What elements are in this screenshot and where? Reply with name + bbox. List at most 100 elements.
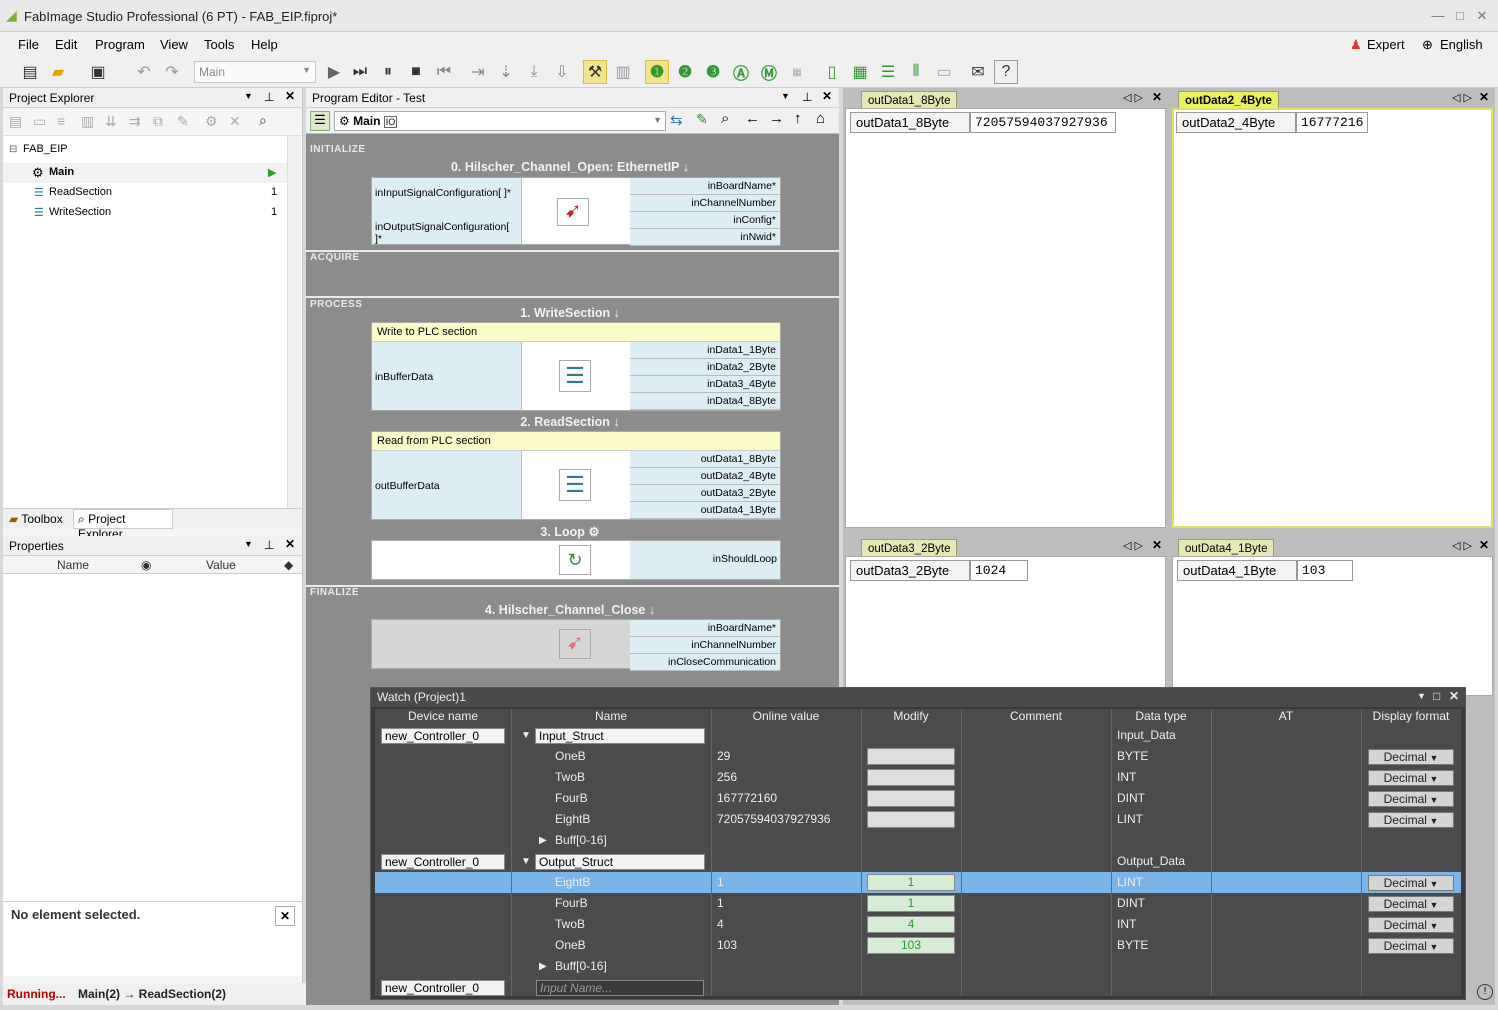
step-down-icon[interactable]: ⇩ bbox=[550, 60, 574, 84]
view-single-icon[interactable]: ▯ bbox=[820, 60, 844, 84]
collapse-arrow-icon[interactable]: ▼ bbox=[521, 851, 533, 872]
search-icon[interactable]: ⌕ bbox=[721, 110, 729, 127]
properties-col-value[interactable]: Value bbox=[206, 558, 236, 572]
watch-row[interactable]: EightB 1 1 LINT Decimal ▼ bbox=[375, 872, 1461, 893]
help-icon[interactable]: ? bbox=[994, 60, 1018, 84]
nav-arrows-icon[interactable]: ◁ ▷ bbox=[1123, 539, 1143, 552]
hmi-icon[interactable]: ▭ bbox=[932, 60, 956, 84]
output-port[interactable]: inData3_4Byte bbox=[630, 376, 780, 393]
minimize-icon[interactable]: — bbox=[1430, 8, 1446, 24]
nav-arrows-icon[interactable]: ◁ ▷ bbox=[1452, 539, 1472, 552]
output-port[interactable]: inChannelNumber bbox=[630, 637, 780, 654]
input-port[interactable]: inBufferData bbox=[375, 371, 518, 383]
close-dock-icon[interactable]: ✕ bbox=[1152, 90, 1162, 104]
block-3[interactable]: ↻ inShouldLoop bbox=[371, 540, 781, 580]
input-port[interactable]: inInputSignalConfiguration[ ]* bbox=[375, 187, 518, 199]
block-2-title[interactable]: 2. ReadSection ↓ bbox=[370, 415, 770, 429]
col-data-type[interactable]: Data type bbox=[1111, 709, 1211, 723]
modify-field[interactable] bbox=[867, 811, 955, 828]
close-dock-icon[interactable]: ✕ bbox=[1479, 90, 1489, 104]
display-format-select[interactable]: Decimal ▼ bbox=[1368, 896, 1454, 912]
col-at[interactable]: AT bbox=[1211, 709, 1361, 723]
modify-field[interactable] bbox=[867, 790, 955, 807]
collapse-icon[interactable]: ⊟ bbox=[9, 144, 17, 155]
output-port[interactable]: inData2_2Byte bbox=[630, 359, 780, 376]
watch-row[interactable]: new_Controller_0 ▼ Output_Struct Output_Dat… bbox=[375, 851, 1461, 872]
home-icon[interactable]: ⌂ bbox=[816, 110, 825, 127]
col-name[interactable]: Name bbox=[511, 709, 711, 723]
block-0-title[interactable]: 0. Hilscher_Channel_Open: EthernetIP ↓ bbox=[370, 160, 770, 174]
output-port[interactable]: inBoardName* bbox=[630, 178, 780, 195]
tree-item-main[interactable]: ⚙ Main ▶ bbox=[3, 163, 287, 183]
watch-row[interactable]: TwoB 4 4 INT Decimal ▼ bbox=[375, 914, 1461, 935]
tree-item-readsection[interactable]: ☰ ReadSection 1 bbox=[3, 183, 287, 203]
output-port[interactable]: outData2_4Byte bbox=[630, 468, 780, 485]
output-port[interactable]: inCloseCommunication bbox=[630, 654, 780, 671]
display-format-select[interactable]: Decimal ▼ bbox=[1368, 791, 1454, 807]
menu-tools[interactable]: Tools bbox=[204, 37, 234, 52]
export-icon[interactable]: ⇉ bbox=[129, 113, 141, 130]
block-1[interactable]: Write to PLC section inBufferData ☰ inDa… bbox=[371, 322, 781, 411]
struct-name-field[interactable]: Output_Struct bbox=[535, 854, 705, 870]
program-select[interactable]: Main ▼ bbox=[194, 61, 316, 83]
menu-view[interactable]: View bbox=[160, 37, 188, 52]
col-device-name[interactable]: Device name bbox=[375, 709, 511, 723]
step-back-icon[interactable]: ⏮ bbox=[432, 60, 456, 84]
watch-row[interactable]: OneB 103 103 BYTE Decimal ▼ bbox=[375, 935, 1461, 956]
import-icon[interactable]: ⇊ bbox=[105, 113, 117, 130]
language-select[interactable]: English bbox=[1440, 37, 1483, 52]
modify-field[interactable] bbox=[867, 769, 955, 786]
preview-view[interactable]: outData2_4Byte 16777216 bbox=[1172, 108, 1493, 528]
filter-icon[interactable]: ◆ bbox=[284, 558, 293, 572]
info-icon[interactable]: ! bbox=[1477, 984, 1493, 1000]
col-comment[interactable]: Comment bbox=[961, 709, 1111, 723]
pause-icon[interactable]: ⏸ bbox=[376, 60, 400, 84]
panel-menu-icon[interactable]: ▼ bbox=[244, 539, 253, 549]
pin-icon[interactable]: ⊥ bbox=[264, 538, 274, 552]
panel-menu-icon[interactable]: ▼ bbox=[244, 91, 253, 101]
output-port[interactable]: outData4_1Byte bbox=[630, 502, 780, 519]
output-port[interactable]: inShouldLoop bbox=[630, 541, 780, 579]
run-icon[interactable]: ▶ bbox=[322, 60, 346, 84]
col-modify[interactable]: Modify bbox=[861, 709, 961, 723]
close-info-icon[interactable]: ✕ bbox=[275, 906, 295, 926]
watch-row[interactable]: ▶ Buff[0-16] bbox=[375, 830, 1461, 851]
close-panel-icon[interactable]: ✕ bbox=[285, 89, 295, 103]
layout-1-icon[interactable]: ❶ bbox=[645, 60, 669, 84]
swap-icon[interactable]: ⇆ bbox=[670, 111, 683, 129]
maximize-icon[interactable]: □ bbox=[1433, 689, 1440, 703]
output-port[interactable]: inData4_8Byte bbox=[630, 393, 780, 410]
display-format-select[interactable]: Decimal ▼ bbox=[1368, 875, 1454, 891]
modify-field[interactable]: 1 bbox=[867, 874, 955, 891]
folder-icon[interactable]: ▭ bbox=[33, 113, 46, 130]
edit-icon[interactable]: ✎ bbox=[177, 113, 189, 130]
block-4-title[interactable]: 4. Hilscher_Channel_Close ↓ bbox=[370, 603, 770, 617]
view-rows-icon[interactable]: ☰ bbox=[876, 60, 900, 84]
pin-icon[interactable]: ⊥ bbox=[802, 90, 812, 104]
close-panel-icon[interactable]: ✕ bbox=[1449, 689, 1459, 703]
search-icon[interactable]: ⌕ bbox=[259, 112, 267, 129]
macro-select[interactable]: ⚙ Main IO ▼ bbox=[334, 111, 666, 131]
maximize-icon[interactable]: □ bbox=[1452, 8, 1468, 24]
layout-icon[interactable]: ☰ bbox=[310, 111, 330, 131]
view-grid-icon[interactable]: ▦ bbox=[848, 60, 872, 84]
wrench-icon[interactable]: ⚒ bbox=[583, 60, 607, 84]
expert-mode[interactable]: Expert bbox=[1367, 37, 1405, 52]
stop-icon[interactable]: ■ bbox=[404, 60, 428, 84]
watch-row[interactable]: FourB 1 1 DINT Decimal ▼ bbox=[375, 893, 1461, 914]
eye-icon[interactable]: ◉ bbox=[141, 558, 151, 572]
display-format-select[interactable]: Decimal ▼ bbox=[1368, 812, 1454, 828]
add-icon[interactable]: ▤ bbox=[9, 113, 22, 130]
input-port[interactable]: outBufferData bbox=[375, 480, 518, 492]
block-0[interactable]: inInputSignalConfiguration[ ]* inOutputS… bbox=[371, 177, 781, 246]
output-port[interactable]: inData1_1Byte bbox=[630, 342, 780, 359]
menu-program[interactable]: Program bbox=[95, 37, 145, 52]
menu-edit[interactable]: Edit bbox=[55, 37, 77, 52]
nav-arrows-icon[interactable]: ◁ ▷ bbox=[1452, 91, 1472, 104]
expand-arrow-icon[interactable]: ▶ bbox=[539, 830, 551, 851]
close-dock-icon[interactable]: ✕ bbox=[1152, 538, 1162, 552]
output-port[interactable]: inChannelNumber bbox=[630, 195, 780, 212]
delete-icon[interactable]: ✕ bbox=[229, 113, 241, 130]
menu-file[interactable]: File bbox=[18, 37, 39, 52]
preview-view[interactable]: outData3_2Byte 1024 bbox=[845, 556, 1166, 696]
